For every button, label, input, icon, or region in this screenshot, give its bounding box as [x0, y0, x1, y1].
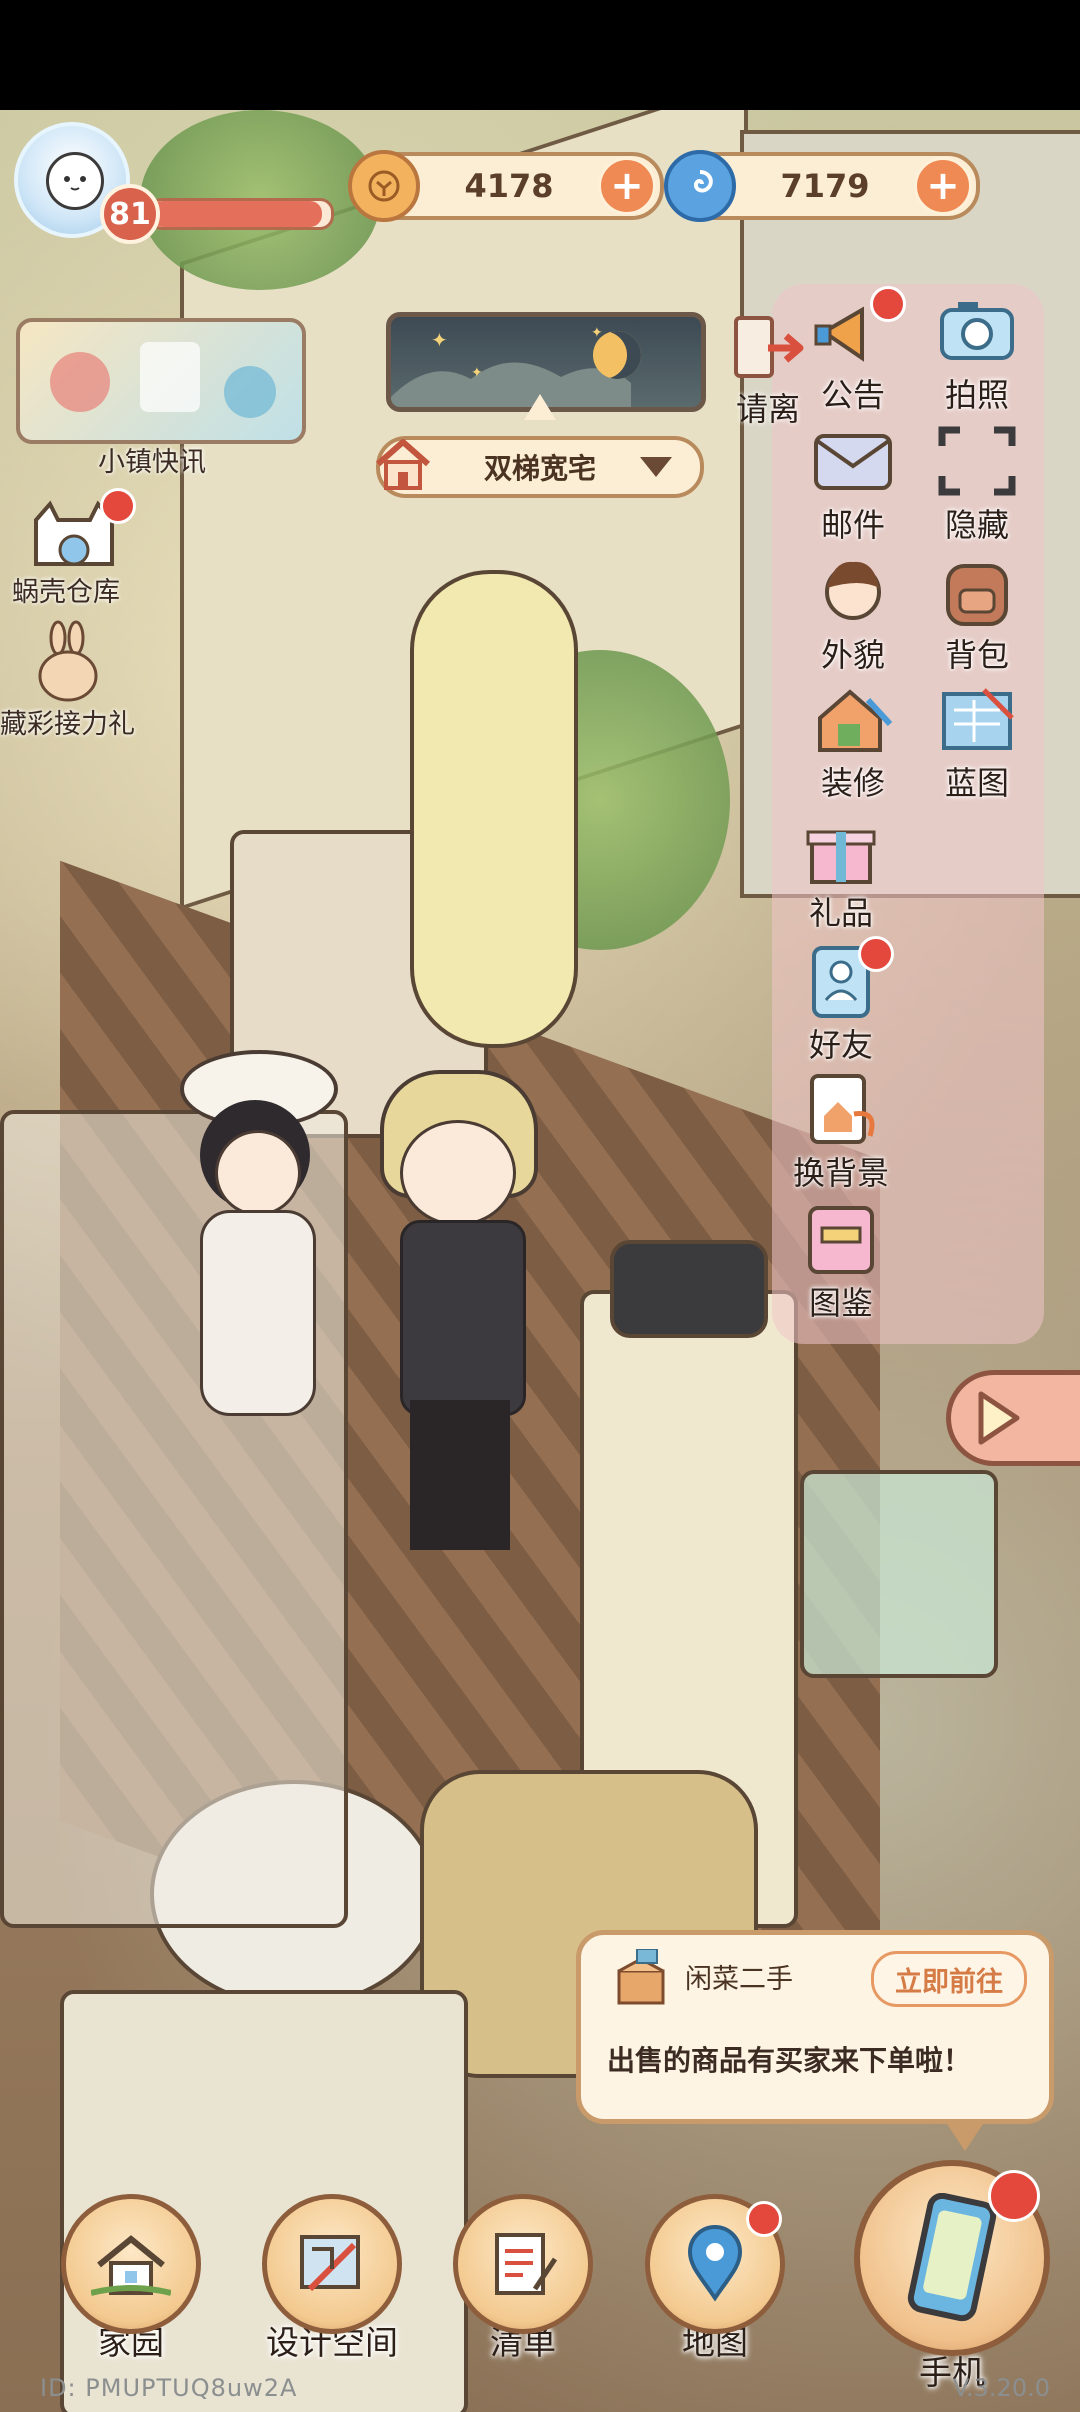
shell-currency-icon	[664, 150, 736, 222]
home-icon	[61, 2194, 201, 2334]
menu-item-label: 图鉴	[808, 1284, 873, 1322]
menu-item-announcement[interactable]: 公告	[788, 286, 918, 416]
catalog-icon	[798, 1200, 884, 1278]
news-illustration-icon	[50, 342, 276, 418]
gift-icon	[798, 810, 884, 888]
menu-item-appearance[interactable]: 外貌	[788, 552, 918, 676]
level-badge: 81	[100, 184, 160, 244]
nav-home[interactable]: 家园	[56, 2194, 206, 2364]
shells-pill: 7179 +	[664, 150, 980, 222]
menu-item-label: 隐藏	[944, 506, 1009, 544]
notification-popup[interactable]: 闲菜二手 立即前往 出售的商品有买家来下单啦！	[576, 1930, 1054, 2151]
character-player[interactable]	[360, 1070, 560, 1570]
menu-item-label: 外貌	[820, 636, 885, 674]
go-now-button[interactable]: 立即前往	[871, 1951, 1027, 2007]
version-text: V.3.20.0	[952, 2374, 1050, 2402]
package-icon	[617, 1949, 665, 2005]
appearance-icon	[810, 552, 896, 630]
mirror	[410, 570, 578, 1048]
menu-item-label: 邮件	[820, 506, 885, 544]
relay-gift-label: 藏彩接力礼	[0, 709, 135, 740]
relay-gift-button[interactable]	[30, 620, 120, 704]
notification-message: 出售的商品有买家来下单啦！	[607, 2044, 972, 2077]
bunny-gift-icon	[38, 620, 98, 702]
background-icon	[798, 1070, 884, 1148]
checklist-icon	[453, 2194, 593, 2334]
camera-icon	[934, 292, 1020, 370]
blueprint-icon	[934, 680, 1020, 758]
news-card[interactable]	[16, 318, 306, 444]
menu-item-label: 蓝图	[944, 764, 1009, 802]
cat-avatar-icon	[46, 152, 104, 210]
chevron-down-icon	[640, 457, 672, 477]
moon-icon	[593, 331, 641, 379]
house-selector[interactable]: 双梯宽宅	[376, 436, 704, 498]
menu-item-label: 换背景	[792, 1154, 889, 1192]
coins-value: 4178	[464, 167, 554, 205]
news-label: 小镇快讯	[98, 447, 206, 478]
nav-map[interactable]: 地图	[640, 2194, 790, 2364]
notification-source: 闲菜二手	[685, 1964, 793, 1995]
nav-phone[interactable]: 手机	[852, 2160, 1052, 2394]
character-npc[interactable]	[160, 1050, 338, 1470]
renovate-icon	[810, 680, 896, 758]
svg-text:✦: ✦	[431, 328, 448, 352]
backpack-icon	[934, 552, 1020, 630]
add-coins-button[interactable]: +	[598, 157, 656, 215]
warehouse-label: 蜗壳仓库	[12, 577, 120, 608]
coin-icon	[348, 150, 420, 222]
menu-item-catalog[interactable]: 图鉴	[776, 1200, 906, 1324]
announcement-icon	[810, 286, 906, 370]
menu-item-label: 装修	[820, 764, 885, 802]
nav-design[interactable]: 设计空间	[252, 2194, 412, 2364]
menu-item-friends[interactable]: 好友	[776, 936, 906, 1066]
fish-tank	[800, 1470, 998, 1678]
level-progress-bar	[148, 198, 334, 230]
warehouse-badge	[100, 488, 136, 524]
menu-item-label: 礼品	[808, 894, 873, 932]
map-badge	[746, 2201, 782, 2237]
map-pin-icon	[645, 2194, 785, 2334]
menu-item-backpack[interactable]: 背包	[912, 552, 1042, 676]
nav-list[interactable]: 清单	[448, 2194, 598, 2364]
phone-badge	[988, 2170, 1040, 2222]
menu-item-label: 公告	[820, 376, 885, 414]
menu-item-label: 好友	[808, 1026, 873, 1064]
player-id: ID: PMUPTUQ8uw2A	[40, 2374, 298, 2402]
menu-item-renovate[interactable]: 装修	[788, 680, 918, 804]
game-console	[610, 1240, 768, 1338]
menu-item-camera[interactable]: 拍照	[912, 292, 1042, 416]
mail-icon	[810, 422, 896, 500]
play-arrow-icon	[978, 1391, 1020, 1445]
design-space-icon	[262, 2194, 402, 2334]
add-shells-button[interactable]: +	[914, 157, 972, 215]
hide-frame-icon	[934, 422, 1020, 500]
warehouse-button[interactable]	[24, 488, 136, 578]
menu-item-mail[interactable]: 邮件	[788, 422, 918, 546]
coins-pill: 4178 +	[348, 150, 664, 222]
menu-item-label: 背包	[944, 636, 1009, 674]
badge-dot	[870, 286, 906, 322]
menu-item-hide-frame[interactable]: 隐藏	[912, 422, 1042, 546]
house-icon	[376, 439, 430, 490]
friends-icon	[798, 936, 894, 1020]
phone-icon	[854, 2160, 1050, 2356]
badge-dot	[858, 936, 894, 972]
house-name: 双梯宽宅	[483, 452, 596, 485]
menu-item-label: 拍照	[944, 376, 1009, 414]
shells-value: 7179	[780, 167, 870, 205]
svg-text:✦: ✦	[471, 365, 483, 381]
menu-item-background[interactable]: 换背景	[776, 1070, 906, 1194]
expand-arrow-button[interactable]	[946, 1370, 1080, 1466]
menu-item-blueprint[interactable]: 蓝图	[912, 680, 1042, 804]
pointer-arrow	[524, 394, 556, 420]
menu-item-gift[interactable]: 礼品	[776, 810, 906, 934]
